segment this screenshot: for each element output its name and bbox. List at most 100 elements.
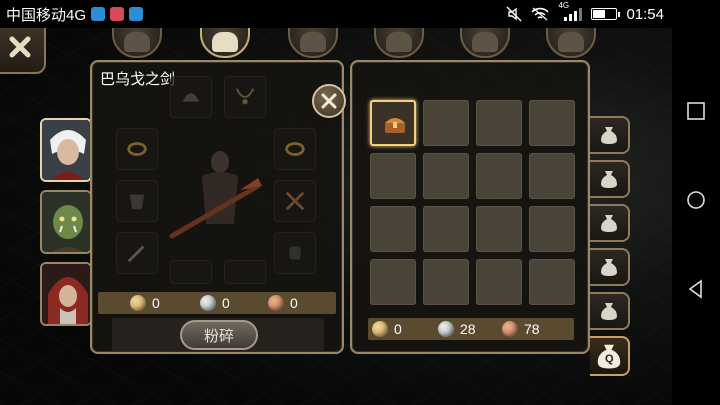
copper-value: 0 [268, 295, 298, 311]
scroll-icon [472, 32, 498, 52]
inventory-slot[interactable] [529, 100, 575, 146]
hero-avatar [42, 192, 90, 252]
hero-avatar [42, 264, 90, 324]
silver-amount: 28 [460, 321, 476, 337]
network-type: 4G [558, 1, 570, 10]
gloves-icon [289, 246, 301, 260]
bag-tab-5[interactable] [590, 292, 630, 330]
equip-slot-belt[interactable] [224, 260, 266, 284]
notification-app-icon [91, 7, 106, 21]
shatter-button[interactable]: 粉碎 [180, 320, 258, 350]
tab-hero[interactable] [112, 28, 162, 58]
copper-value: 78 [502, 321, 540, 337]
inventory-slot[interactable] [476, 100, 522, 146]
battery-icon [591, 8, 621, 20]
sack-icon [601, 215, 617, 232]
close-panel-button[interactable] [312, 84, 346, 118]
inventory-slot[interactable] [423, 153, 469, 199]
tab-equip[interactable] [200, 28, 250, 58]
inventory-slot[interactable] [476, 206, 522, 252]
bag-tab-3[interactable] [590, 204, 630, 242]
carrier-label: 中国移动4G [6, 6, 87, 24]
equip-slot-shoulder[interactable] [116, 180, 158, 222]
gold-value: 0 [130, 295, 160, 311]
copper-amount: 0 [290, 295, 298, 311]
notification-app-icon [110, 7, 125, 21]
silver-coin-icon [438, 321, 454, 337]
bag-tab-2[interactable] [590, 160, 630, 198]
inventory-slot[interactable] [370, 259, 416, 305]
copper-coin-icon [268, 295, 284, 311]
inventory-slot[interactable] [423, 100, 469, 146]
wallet-bar: 0 28 78 [368, 318, 574, 340]
equip-slot-gloves[interactable] [274, 232, 316, 274]
exit-button[interactable] [0, 28, 46, 74]
item-title: 巴乌戈之剑 [100, 71, 176, 88]
equip-slot-ring-left[interactable] [116, 128, 158, 170]
equip-slot-helmet[interactable] [170, 76, 212, 118]
equip-slot-weapon-2[interactable] [274, 180, 316, 222]
circle-icon [687, 191, 705, 209]
inventory-slot[interactable] [370, 153, 416, 199]
bag-tab-quest[interactable]: Q [590, 336, 630, 376]
tab-settings[interactable] [546, 28, 596, 58]
hero-portrait-red-hooded[interactable] [40, 262, 92, 326]
ring-icon [127, 142, 147, 156]
helmet-icon [182, 93, 200, 102]
sack-icon [601, 171, 617, 188]
bag-tab-4[interactable] [590, 248, 630, 286]
equip-slot-ring-right[interactable] [274, 128, 316, 170]
sword-icon [127, 245, 145, 263]
tab-quest[interactable] [460, 28, 510, 58]
mute-icon [506, 6, 522, 22]
hero-portrait-white-haired[interactable] [40, 118, 92, 182]
silver-value: 28 [438, 321, 476, 337]
inventory-slot[interactable] [529, 153, 575, 199]
bag-icon [212, 32, 238, 52]
equip-slot-weapon[interactable] [116, 232, 158, 274]
gold-amount: 0 [394, 321, 402, 337]
helmet-icon [124, 32, 150, 52]
silver-value: 0 [200, 295, 230, 311]
notification-app-icon [129, 7, 144, 21]
crossed-swords-icon [300, 32, 326, 52]
inventory-slot[interactable] [370, 206, 416, 252]
back-button[interactable] [685, 278, 707, 305]
tab-army[interactable] [374, 28, 424, 58]
ring-icon [285, 142, 305, 156]
inventory-slot[interactable] [529, 259, 575, 305]
square-icon [687, 102, 705, 120]
gear-icon [558, 32, 584, 52]
inventory-slot[interactable] [423, 259, 469, 305]
copper-coin-icon [502, 321, 518, 337]
home-button[interactable] [685, 189, 707, 216]
triangle-back-icon [688, 279, 702, 299]
sack-icon [601, 127, 617, 144]
close-x-icon [9, 36, 31, 58]
inventory-slot[interactable] [476, 153, 522, 199]
clock: 01:54 [626, 5, 664, 23]
sack-icon [601, 303, 617, 320]
character-model [169, 151, 262, 239]
inventory-slot[interactable] [370, 100, 416, 146]
copper-amount: 78 [524, 321, 540, 337]
armor-icon [129, 194, 145, 210]
equip-slot-boots[interactable] [170, 260, 212, 284]
equip-slot-necklace[interactable] [224, 76, 266, 118]
hero-portrait-orc[interactable] [40, 190, 92, 254]
necklace-icon [235, 88, 255, 105]
item-detail-panel: 巴乌戈之剑 0 0 0 粉碎 [90, 60, 344, 354]
inventory-slot[interactable] [529, 206, 575, 252]
inventory-slot[interactable] [423, 206, 469, 252]
sack-icon [601, 259, 617, 276]
gold-amount: 0 [152, 295, 160, 311]
recent-apps-button[interactable] [685, 100, 707, 127]
tab-skill[interactable] [288, 28, 338, 58]
inventory-grid [370, 100, 575, 305]
bag-tab-1[interactable] [590, 116, 630, 154]
silver-amount: 0 [222, 295, 230, 311]
crossed-swords-icon [285, 191, 305, 211]
quest-sack-label: Q [605, 353, 614, 365]
close-icon [321, 93, 337, 109]
inventory-slot[interactable] [476, 259, 522, 305]
